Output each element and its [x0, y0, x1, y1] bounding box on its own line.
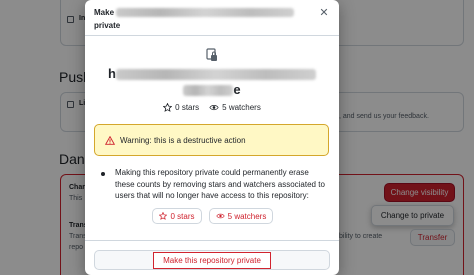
redacted-repo-name: [116, 8, 295, 18]
make-private-dialog: Make private ✕ h e 0 stars 5 watchers Wa…: [85, 0, 339, 275]
lock-repo-icon: [206, 48, 217, 61]
redacted-repo-name-line1: [115, 69, 316, 81]
dialog-footer-divider: [85, 240, 339, 241]
repo-name-first: h: [108, 66, 116, 81]
star-icon: [163, 103, 173, 112]
list-bullet: [101, 172, 105, 176]
erase-counts-description: Making this repository private could per…: [115, 168, 325, 200]
star-icon: [159, 212, 168, 220]
repo-full-name: h e: [103, 66, 321, 98]
stars-count: 0 stars: [175, 103, 200, 112]
repo-stats: 0 stars 5 watchers: [85, 103, 339, 112]
confirm-make-private-button[interactable]: Make this repository private: [94, 250, 330, 270]
stars-stat: 0 stars: [163, 103, 199, 112]
watchers-counter-pill: 5 watchers: [209, 208, 273, 224]
eye-icon: [216, 213, 225, 219]
watchers-count: 5 watchers: [222, 103, 261, 112]
watchers-pill-label: 5 watchers: [227, 211, 267, 221]
redacted-repo-name-line2: [183, 85, 234, 97]
dialog-title: Make private: [94, 6, 304, 32]
destructive-warning-banner: Warning: this is a destructive action: [94, 124, 329, 156]
confirm-button-label: Make this repository private: [153, 251, 271, 269]
stars-pill-label: 0 stars: [170, 211, 195, 221]
alert-icon: [105, 135, 115, 145]
dialog-header-divider: [85, 35, 339, 36]
close-icon[interactable]: ✕: [317, 5, 331, 19]
dialog-title-prefix: Make: [94, 8, 115, 17]
stars-counter-pill: 0 stars: [152, 208, 202, 224]
dialog-title-suffix: private: [94, 21, 121, 30]
watchers-stat: 5 watchers: [209, 103, 261, 112]
eye-icon: [209, 104, 219, 111]
repo-name-last: e: [233, 82, 241, 97]
warning-text: Warning: this is a destructive action: [120, 135, 246, 145]
